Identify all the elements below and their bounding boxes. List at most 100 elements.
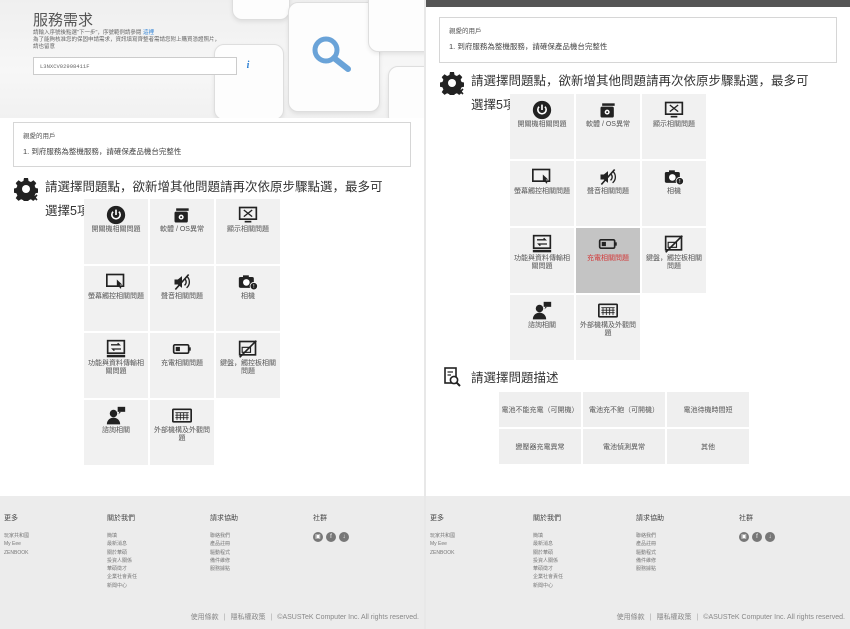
social-facebook-icon[interactable]: f: [326, 532, 336, 542]
footer-link[interactable]: 服務據點: [210, 565, 238, 573]
footer-link[interactable]: 華碩徵才: [107, 565, 137, 573]
problem-tile-camera[interactable]: ! 相機: [642, 161, 707, 227]
problem-heading-line2: 選擇5項: [471, 98, 516, 112]
footer-link[interactable]: 新聞中心: [107, 582, 137, 590]
footer-link[interactable]: 關於華碩: [533, 549, 563, 557]
notice-title: 親愛的用戶: [23, 133, 56, 140]
problem-tile-label: 開關機相關問題: [517, 121, 567, 128]
privacy-link[interactable]: 隱私權政策: [230, 614, 265, 621]
notice-item: 1. 到府服務為整機服務，請確保產品機台完整性: [23, 147, 182, 156]
problem-tile-mute-speaker[interactable]: 聲音相關問題: [576, 161, 641, 227]
problem-tile-battery[interactable]: 充電相關問題: [150, 333, 215, 399]
problem-tile-label: 諮詢相關: [528, 322, 556, 329]
problem-tile-software[interactable]: 軟體 / OS異常: [150, 199, 215, 265]
problem-tile-label: 充電相關問題: [161, 360, 203, 367]
footer-link[interactable]: 關於華碩: [107, 549, 137, 557]
copyright: ©ASUSTeK Computer Inc. All rights reserv…: [703, 614, 845, 621]
problem-tile-power[interactable]: 開關機相關問題: [84, 199, 149, 265]
serial-example-link[interactable]: 這裡: [143, 30, 154, 36]
description-option[interactable]: 變壓器充電異常: [499, 429, 582, 465]
problem-tile-keyboard-touchpad[interactable]: 鍵盤，觸控板相關問題: [216, 333, 281, 399]
description-option[interactable]: 電池待機時間短: [667, 392, 750, 428]
problem-tile-consult[interactable]: 諮詢相關: [84, 400, 149, 466]
footer: 更多 玩家共和國 My Eee ZENBOOK 關於我們 簡填 最新消息 關於華…: [0, 496, 424, 629]
footer-link[interactable]: My Eee: [430, 540, 455, 548]
footer-link[interactable]: 投資人關係: [107, 557, 137, 565]
info-icon[interactable]: i: [242, 60, 254, 72]
problem-tile-display[interactable]: 顯示相關問題: [216, 199, 281, 265]
footer-legal: 使用條款 | 隱私權政策 | ©ASUSTeK Computer Inc. All ri…: [616, 614, 845, 621]
social-blog-icon[interactable]: ▣: [313, 532, 323, 542]
description-option[interactable]: 其他: [667, 429, 750, 465]
problem-tile-data-transfer[interactable]: 功能與資料傳輸相關問題: [510, 228, 575, 294]
footer-link[interactable]: 企業社會責任: [533, 573, 563, 581]
problem-tile-power[interactable]: 開關機相關問題: [510, 94, 575, 160]
footer-link[interactable]: 企業社會責任: [107, 573, 137, 581]
problem-tile-display[interactable]: 顯示相關問題: [642, 94, 707, 160]
footer-link[interactable]: 最新消息: [107, 540, 137, 548]
footer-link[interactable]: 聯絡我們: [210, 532, 238, 540]
footer-link[interactable]: 服務據點: [636, 565, 664, 573]
problem-tile-consult[interactable]: 諮詢相關: [510, 295, 575, 361]
footer-link[interactable]: ZENBOOK: [4, 549, 29, 557]
social-blog-icon[interactable]: ▣: [739, 532, 749, 542]
footer-link[interactable]: 驅動程式: [636, 549, 664, 557]
terms-link[interactable]: 使用條款: [617, 614, 645, 621]
problem-tile-label: 開關機相關問題: [91, 226, 141, 233]
footer-link[interactable]: 產品註冊: [636, 540, 664, 548]
social-facebook-icon[interactable]: f: [752, 532, 762, 542]
svg-text:!: !: [253, 284, 255, 290]
gear-icon: [14, 178, 38, 201]
problem-tile-label: 功能與資料傳輸相關問題: [514, 255, 570, 270]
footer-link[interactable]: 玩家共和國: [430, 532, 455, 540]
social-rss-icon[interactable]: ↓: [765, 532, 775, 542]
gear-icon: [440, 72, 464, 95]
problem-tile-chassis[interactable]: 外部機構及外觀問題: [150, 400, 215, 466]
problem-tile-mute-speaker[interactable]: 聲音相關問題: [150, 266, 215, 332]
problem-tile-label: 充電相關問題: [587, 255, 629, 262]
footer-link[interactable]: 華碩徵才: [533, 565, 563, 573]
problem-tile-software[interactable]: 軟體 / OS異常: [576, 94, 641, 160]
keyboard-key-decoration: [214, 44, 284, 118]
problem-tile-battery[interactable]: 充電相關問題: [576, 228, 641, 294]
social-rss-icon[interactable]: ↓: [339, 532, 349, 542]
footer-link[interactable]: 玩家共和國: [4, 532, 29, 540]
problem-tile-label: 功能與資料傳輸相關問題: [88, 360, 144, 375]
problem-tile-keyboard-touchpad[interactable]: 鍵盤，觸控板相關問題: [642, 228, 707, 294]
problem-tile-label: 相機: [667, 188, 681, 195]
footer-link[interactable]: 投資人關係: [533, 557, 563, 565]
footer-link[interactable]: 聯絡我們: [636, 532, 664, 540]
privacy-link[interactable]: 隱私權政策: [656, 614, 691, 621]
footer-link[interactable]: 簡填: [107, 532, 137, 540]
problem-tile-label: 外部機構及外觀問題: [154, 427, 210, 442]
footer-link[interactable]: 產品註冊: [210, 540, 238, 548]
footer-link[interactable]: 最新消息: [533, 540, 563, 548]
right-pane: 親愛的用戶 1. 到府服務為整機服務，請確保產品機台完整性 請選擇問題點，欲新增…: [426, 0, 850, 629]
footer-col-about: 關於我們 簡填 最新消息 關於華碩 投資人關係 華碩徵才 企業社會責任 新聞中心: [107, 515, 138, 590]
problem-tile-camera[interactable]: ! 相機: [216, 266, 281, 332]
footer-link[interactable]: 簡填: [533, 532, 563, 540]
description-option[interactable]: 電池偵測異常: [583, 429, 666, 465]
footer-link[interactable]: 驅動程式: [210, 549, 238, 557]
description-option[interactable]: 電池充不飽（可開機）: [583, 392, 666, 428]
problem-heading-line1: 請選擇問題點，欲新增其他問題請再次依原步驟點選，最多可: [471, 74, 809, 88]
problem-tile-touchscreen[interactable]: 螢幕觸控相關問題: [84, 266, 149, 332]
description-option[interactable]: 電池不能充電（可開機）: [499, 392, 582, 428]
footer-link[interactable]: 備件維修: [210, 557, 238, 565]
problem-tile-label: 聲音相關問題: [161, 293, 203, 300]
footer-link[interactable]: My Eee: [4, 540, 29, 548]
footer-col-social: 社群 ▣ f ↓: [313, 513, 349, 542]
terms-link[interactable]: 使用條款: [191, 614, 219, 621]
notice-box: 親愛的用戶 1. 到府服務為整機服務，請確保產品機台完整性: [439, 17, 837, 63]
footer-col-more: 更多 玩家共和國 My Eee ZENBOOK: [430, 515, 456, 557]
problem-tile-data-transfer[interactable]: 功能與資料傳輸相關問題: [84, 333, 149, 399]
problem-tile-chassis[interactable]: 外部機構及外觀問題: [576, 295, 641, 361]
footer-link[interactable]: 備件維修: [636, 557, 664, 565]
problem-tile-label: 外部機構及外觀問題: [580, 322, 636, 337]
footer-link[interactable]: 新聞中心: [533, 582, 563, 590]
footer-link[interactable]: ZENBOOK: [430, 549, 455, 557]
problem-tile-label: 諮詢相關: [102, 427, 130, 434]
problem-tile-label: 相機: [241, 293, 255, 300]
serial-number-input[interactable]: L3NXCV02998411F: [33, 57, 237, 75]
problem-tile-touchscreen[interactable]: 螢幕觸控相關問題: [510, 161, 575, 227]
